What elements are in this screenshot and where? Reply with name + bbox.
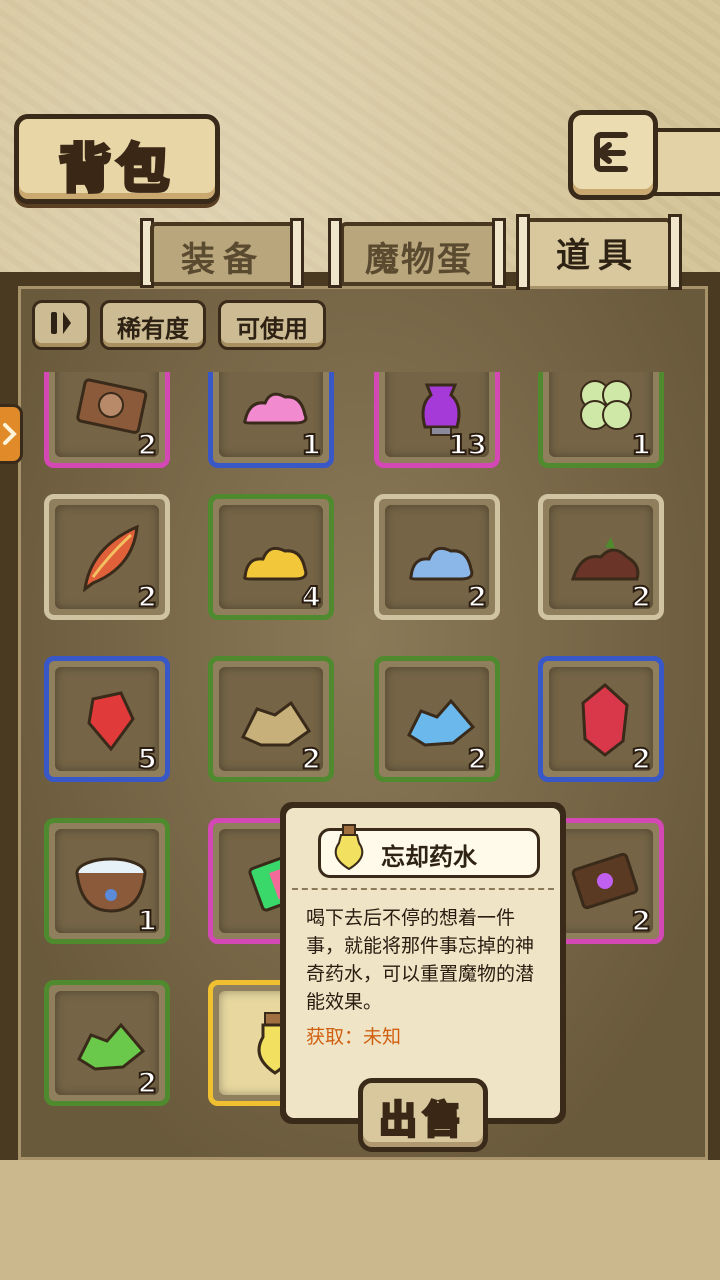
title-plate: 背包	[14, 114, 220, 204]
item-slot[interactable]: 2	[44, 494, 170, 620]
forget-potion-icon	[334, 824, 364, 871]
tab-items[interactable]: 道具	[524, 218, 672, 286]
tab-equipment[interactable]: 装备	[150, 222, 296, 282]
item-count: 4	[300, 579, 322, 614]
item-count: 2	[466, 741, 488, 776]
tab-post	[492, 218, 506, 288]
item-count: 2	[300, 741, 322, 776]
item-count: 2	[630, 741, 652, 776]
item-count: 1	[300, 427, 322, 462]
sell-button[interactable]: 出售	[358, 1078, 488, 1152]
bottom-strip	[0, 1160, 720, 1280]
page-title: 背包	[57, 138, 175, 202]
tab-label: 装备	[181, 240, 265, 280]
back-button[interactable]	[568, 110, 658, 200]
rarity-filter-label: 稀有度	[117, 315, 189, 343]
item-slot[interactable]: 5	[44, 656, 170, 782]
item-count: 2	[630, 579, 652, 614]
back-arrow-icon	[594, 132, 628, 172]
pause-sort-icon	[51, 312, 71, 334]
item-slot[interactable]: 4	[208, 494, 334, 620]
item-count: 2	[136, 427, 158, 462]
item-slot[interactable]: 1	[208, 372, 334, 468]
item-slot[interactable]: 2	[208, 656, 334, 782]
item-count: 1	[630, 427, 652, 462]
sort-toggle-button[interactable]	[32, 300, 90, 350]
item-slot[interactable]: 1	[44, 818, 170, 944]
item-slot[interactable]: 1	[538, 372, 664, 468]
item-detail-popup: 忘却药水 喝下去后不停的想着一件事，就能将那件事忘掉的神奇药水，可以重置魔物的潜…	[280, 802, 566, 1152]
tab-post	[516, 214, 530, 290]
item-slot[interactable]: 13	[374, 372, 500, 468]
tab-post	[290, 218, 304, 288]
item-description: 喝下去后不停的想着一件事，就能将那件事忘掉的神奇药水，可以重置魔物的潜能效果。	[306, 907, 535, 1013]
item-count: 1	[136, 903, 158, 938]
item-slot[interactable]: 2	[44, 980, 170, 1106]
item-slot[interactable]: 2	[44, 372, 170, 468]
tab-post	[328, 218, 342, 288]
item-count: 2	[630, 903, 652, 938]
item-slot[interactable]: 2	[538, 656, 664, 782]
tab-post	[668, 214, 682, 290]
item-count: 2	[136, 1065, 158, 1100]
sell-button-label: 出售	[377, 1097, 467, 1144]
usable-filter-label: 可使用	[236, 315, 308, 343]
tab-monster-eggs[interactable]: 魔物蛋	[340, 222, 498, 282]
item-slot[interactable]: 2	[538, 494, 664, 620]
item-count: 5	[136, 741, 158, 776]
tab-label: 魔物蛋	[365, 240, 473, 280]
item-count: 2	[136, 579, 158, 614]
popup-divider	[292, 888, 554, 892]
tab-label: 道具	[556, 236, 640, 276]
item-count: 13	[447, 427, 488, 462]
chevron-right-icon	[3, 423, 17, 445]
item-slot[interactable]: 2	[374, 494, 500, 620]
item-count: 2	[466, 579, 488, 614]
item-slot[interactable]: 2	[374, 656, 500, 782]
item-source: 获取：未知	[306, 1026, 402, 1048]
item-name: 忘却药水	[381, 843, 477, 871]
item-name-plate: 忘却药水	[318, 824, 540, 878]
usable-filter-button[interactable]: 可使用	[218, 300, 326, 350]
side-expand-button[interactable]	[0, 404, 23, 464]
rarity-filter-button[interactable]: 稀有度	[100, 300, 206, 350]
